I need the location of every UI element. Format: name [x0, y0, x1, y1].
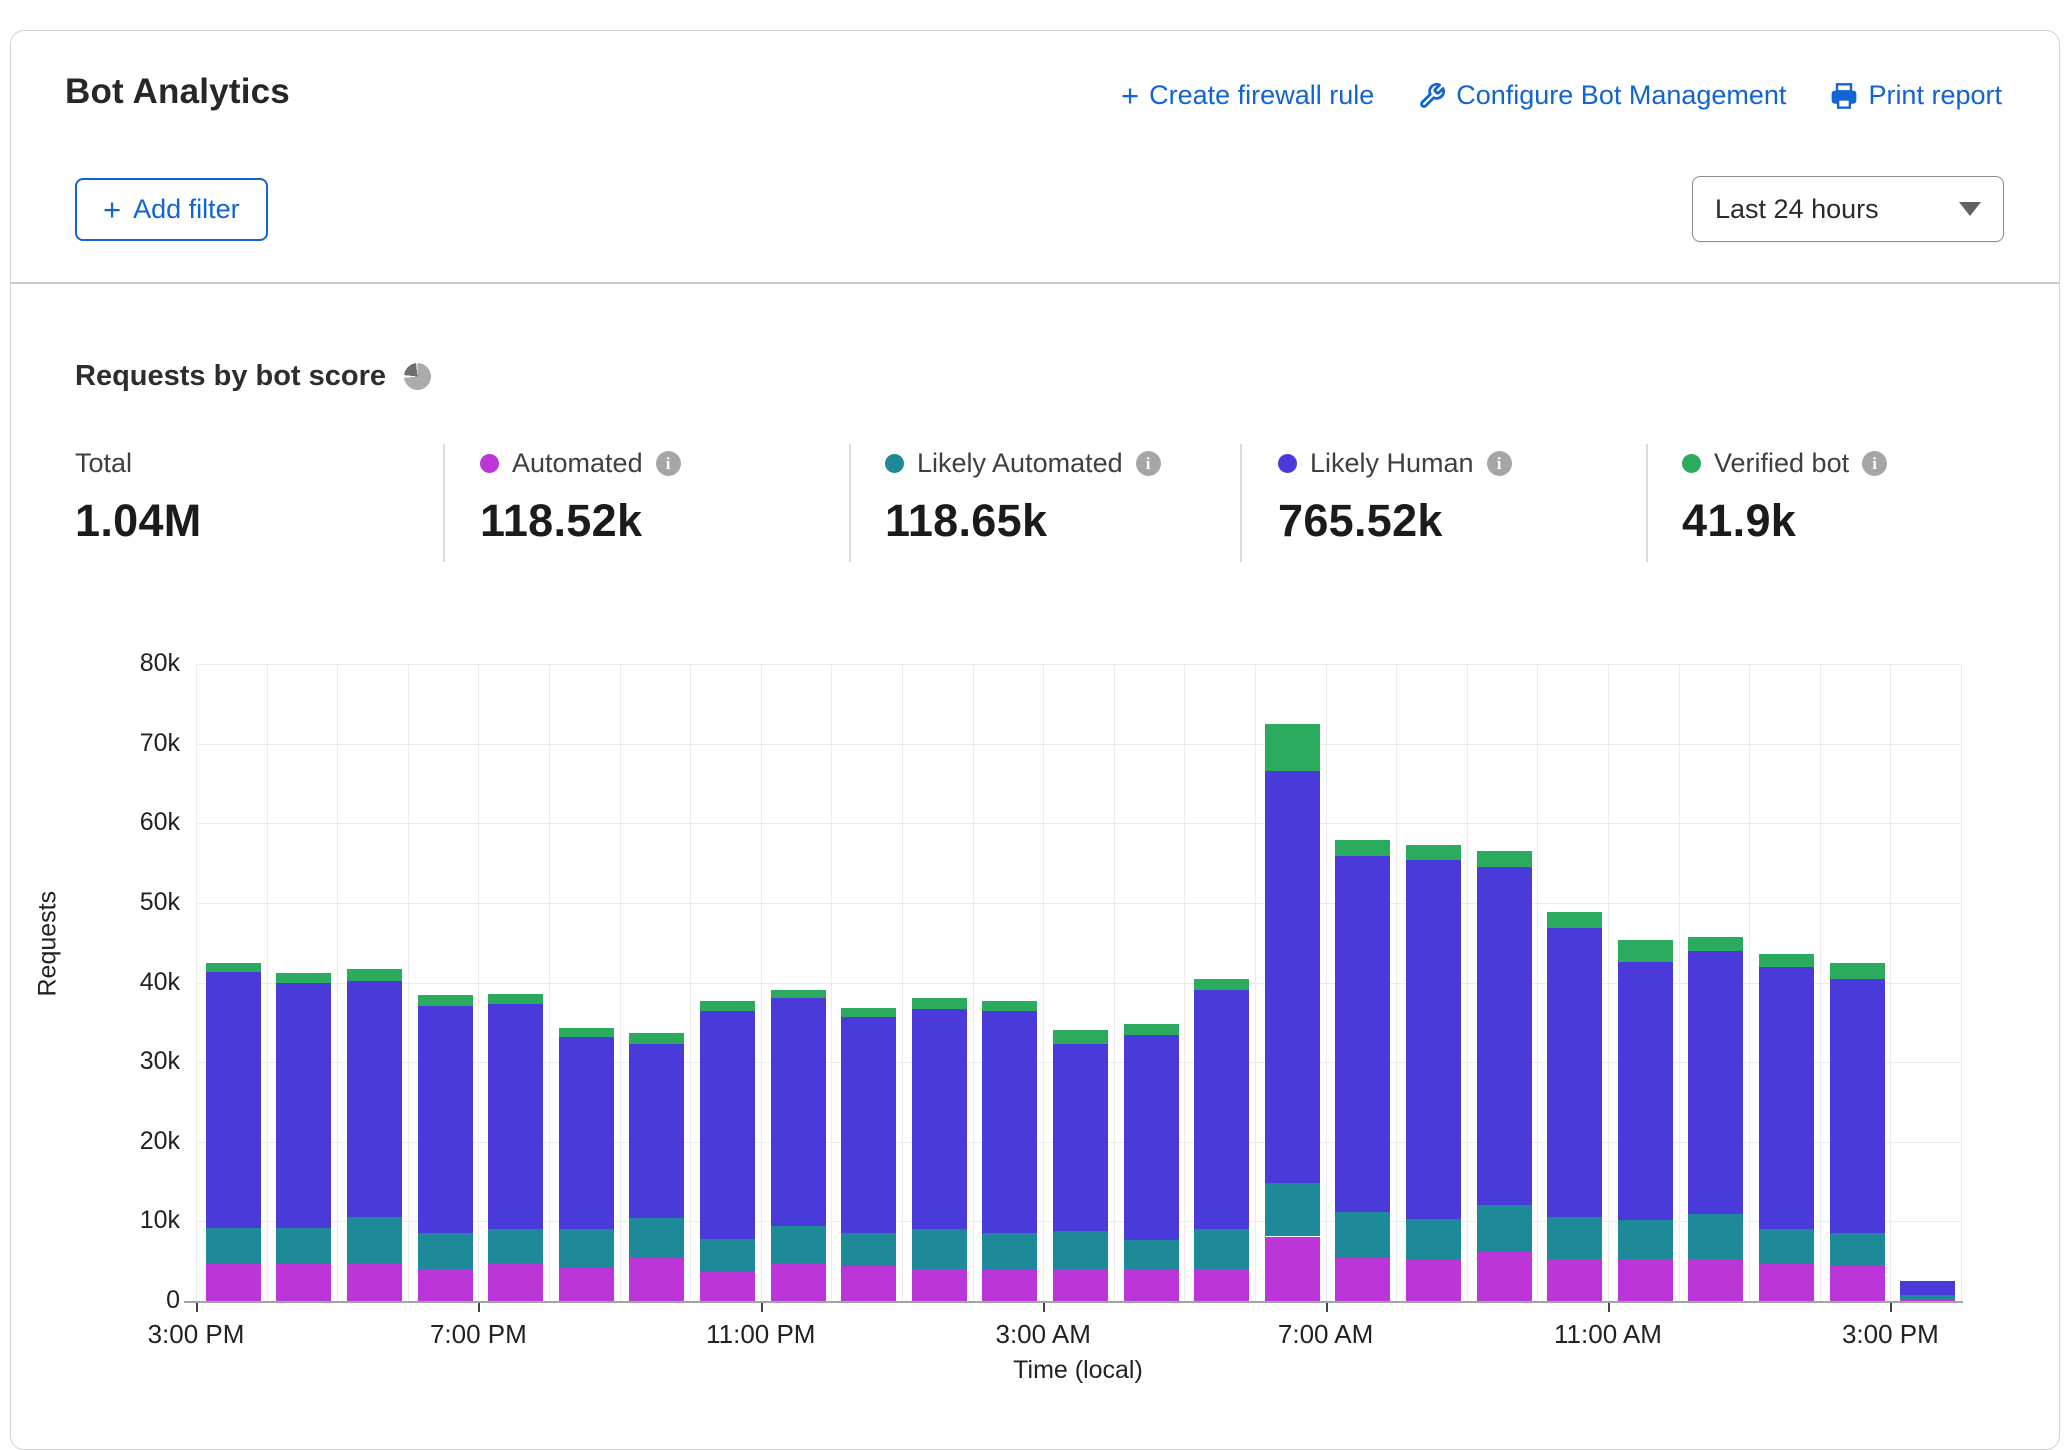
- plus-icon: +: [103, 194, 121, 225]
- header-divider: [11, 282, 2059, 284]
- automated-dot: [480, 454, 499, 473]
- stat-divider: [849, 444, 851, 562]
- time-range-value: Last 24 hours: [1715, 194, 1879, 225]
- stat-likely-human: Likely Human i 765.52k: [1278, 448, 1512, 547]
- create-firewall-rule-link[interactable]: + Create firewall rule: [1121, 80, 1374, 111]
- stat-divider: [1240, 444, 1242, 562]
- wrench-icon: [1418, 82, 1446, 110]
- stat-likely-automated: Likely Automated i 118.65k: [885, 448, 1161, 547]
- info-icon[interactable]: i: [1136, 451, 1161, 476]
- stat-label: Likely Human: [1310, 448, 1474, 479]
- header-actions: + Create firewall rule Configure Bot Man…: [1121, 80, 2002, 111]
- stat-divider: [1646, 444, 1648, 562]
- stats-row: Total 1.04M Automated i 118.52k Likely Automa…: [0, 448, 2070, 568]
- stat-value: 1.04M: [75, 495, 202, 547]
- pie-chart-icon: [404, 363, 431, 390]
- info-icon[interactable]: i: [656, 451, 681, 476]
- stat-value: 118.65k: [885, 495, 1161, 547]
- likely-human-dot: [1278, 454, 1297, 473]
- stat-label: Automated: [512, 448, 643, 479]
- stat-label: Verified bot: [1714, 448, 1849, 479]
- add-filter-label: Add filter: [133, 194, 240, 225]
- plus-icon: +: [1121, 80, 1139, 111]
- stat-verified-bot: Verified bot i 41.9k: [1682, 448, 1887, 547]
- add-filter-button[interactable]: + Add filter: [75, 178, 268, 241]
- create-firewall-rule-label: Create firewall rule: [1149, 80, 1374, 111]
- configure-bot-management-link[interactable]: Configure Bot Management: [1418, 80, 1786, 111]
- stat-total: Total 1.04M: [75, 448, 202, 547]
- verified-bot-dot: [1682, 454, 1701, 473]
- info-icon[interactable]: i: [1487, 451, 1512, 476]
- stat-value: 118.52k: [480, 495, 681, 547]
- print-report-link[interactable]: Print report: [1830, 80, 2002, 111]
- analytics-card: [10, 30, 2060, 1450]
- printer-icon: [1830, 82, 1858, 110]
- stat-value: 41.9k: [1682, 495, 1887, 547]
- page-title: Bot Analytics: [65, 72, 290, 112]
- stat-automated: Automated i 118.52k: [480, 448, 681, 547]
- likely-automated-dot: [885, 454, 904, 473]
- stat-value: 765.52k: [1278, 495, 1512, 547]
- stat-label: Total: [75, 448, 132, 479]
- chevron-down-icon: [1959, 202, 1981, 216]
- print-report-label: Print report: [1868, 80, 2002, 111]
- time-range-select[interactable]: Last 24 hours: [1692, 176, 2004, 242]
- configure-bot-management-label: Configure Bot Management: [1456, 80, 1786, 111]
- section-title: Requests by bot score: [75, 360, 386, 393]
- section-header: Requests by bot score: [75, 360, 431, 393]
- info-icon[interactable]: i: [1862, 451, 1887, 476]
- stat-divider: [443, 444, 445, 562]
- stat-label: Likely Automated: [917, 448, 1123, 479]
